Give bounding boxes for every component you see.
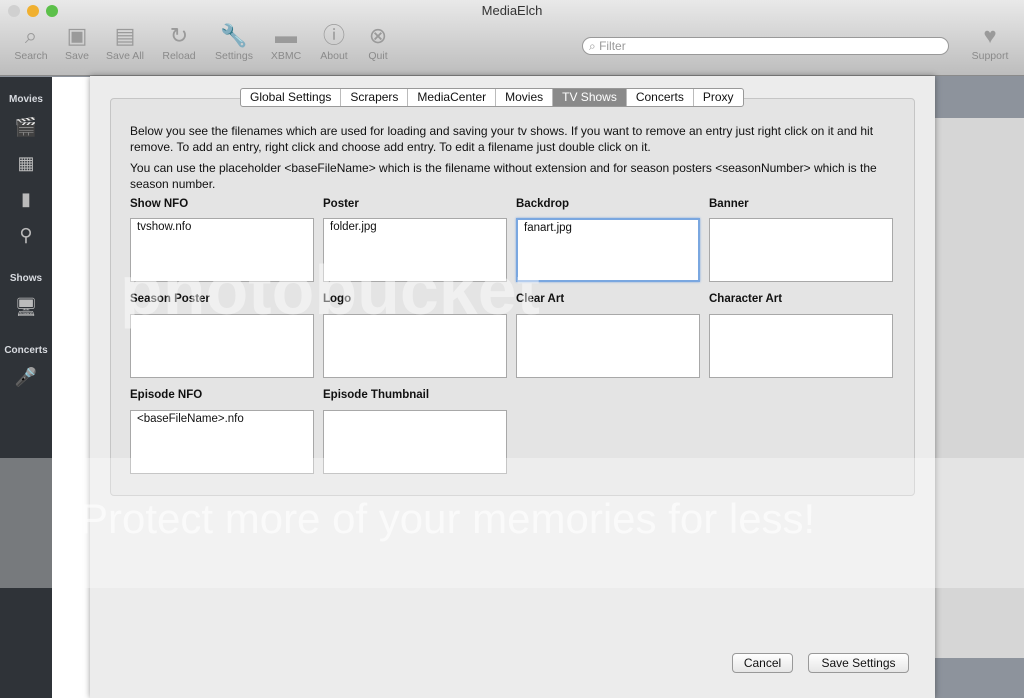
- logo-list[interactable]: [323, 314, 507, 378]
- filter-input[interactable]: ⌕ Filter: [582, 37, 949, 55]
- settings-dialog: Global Settings Scrapers MediaCenter Mov…: [90, 76, 935, 698]
- show-nfo-label: Show NFO: [130, 198, 189, 210]
- season-poster-label: Season Poster: [130, 293, 210, 305]
- character-art-label: Character Art: [709, 293, 783, 305]
- banner-label: Banner: [709, 198, 749, 210]
- movies-clapper-icon[interactable]: 🎬: [14, 117, 38, 137]
- backdrop-list[interactable]: fanart.jpg: [516, 218, 700, 282]
- toolbar-save-all-button[interactable]: ▤ Save All: [97, 22, 153, 62]
- settings-tabs: Global Settings Scrapers MediaCenter Mov…: [240, 88, 744, 107]
- tab-scrapers[interactable]: Scrapers: [341, 89, 409, 106]
- season-poster-list[interactable]: [130, 314, 314, 378]
- certification-key-icon[interactable]: ⚲: [14, 225, 38, 245]
- sidebar-heading-movies: Movies: [9, 94, 43, 105]
- concerts-microphone-icon[interactable]: 🎤: [14, 367, 38, 387]
- clear-art-label: Clear Art: [516, 293, 565, 305]
- show-nfo-list[interactable]: tvshow.nfo: [130, 218, 314, 282]
- tab-proxy[interactable]: Proxy: [694, 89, 743, 106]
- backdrop-label: Backdrop: [516, 198, 570, 210]
- episode-nfo-label: Episode NFO: [130, 389, 203, 401]
- tab-mediacenter[interactable]: MediaCenter: [408, 89, 497, 106]
- reload-icon: ↻: [169, 23, 189, 48]
- window-title: MediaElch: [481, 3, 543, 18]
- tab-concerts[interactable]: Concerts: [627, 89, 694, 106]
- title-bar: MediaElch ⌕ Search ▣ Save ▤ Save All ↻ Reloa…: [0, 0, 1024, 76]
- episode-nfo-list[interactable]: <baseFileName>.nfo: [130, 410, 314, 474]
- placeholder-text: You can use the placeholder <baseFileNam…: [130, 161, 877, 191]
- search-icon: ⌕: [589, 39, 600, 53]
- support-button[interactable]: ♥ Support: [962, 22, 1018, 62]
- toolbar-quit-button[interactable]: ⊗ Quit: [350, 22, 406, 62]
- detail-card: [935, 118, 1024, 658]
- wrench-icon: 🔧: [220, 23, 248, 48]
- intro-text: Below you see the filenames which are us…: [130, 124, 874, 154]
- character-art-list[interactable]: [709, 314, 893, 378]
- sidebar-heading-concerts: Concerts: [4, 345, 48, 356]
- heart-icon: ♥: [983, 23, 997, 48]
- episode-thumbnail-list[interactable]: [323, 410, 507, 474]
- tab-tv-shows[interactable]: TV Shows: [553, 89, 627, 106]
- sidebar: Movies 🎬 ▦ ▮ ⚲ Shows 🖥 Concerts 🎤: [0, 77, 52, 698]
- toolbar-reload-button[interactable]: ↻ Reload: [151, 22, 207, 62]
- save-settings-button[interactable]: Save Settings: [808, 653, 909, 673]
- tab-movies[interactable]: Movies: [496, 89, 554, 106]
- clear-art-list[interactable]: [516, 314, 700, 378]
- tab-global-settings[interactable]: Global Settings: [241, 89, 342, 106]
- episode-thumbnail-label: Episode Thumbnail: [323, 389, 430, 401]
- logo-label: Logo: [323, 293, 352, 305]
- sidebar-heading-shows: Shows: [9, 273, 43, 284]
- tv-shows-monitor-icon[interactable]: 🖥: [14, 297, 38, 317]
- save-all-icon: ▤: [114, 23, 136, 48]
- cancel-button[interactable]: Cancel: [732, 653, 793, 673]
- quit-icon: ⊗: [368, 23, 388, 48]
- genres-book-icon[interactable]: ▮: [14, 189, 38, 209]
- poster-label: Poster: [323, 198, 359, 210]
- toolbar-settings-button[interactable]: 🔧 Settings: [206, 22, 262, 62]
- banner-list[interactable]: [709, 218, 893, 282]
- list-pane: [52, 77, 92, 698]
- poster-list[interactable]: folder.jpg: [323, 218, 507, 282]
- movie-sets-icon[interactable]: ▦: [14, 153, 38, 173]
